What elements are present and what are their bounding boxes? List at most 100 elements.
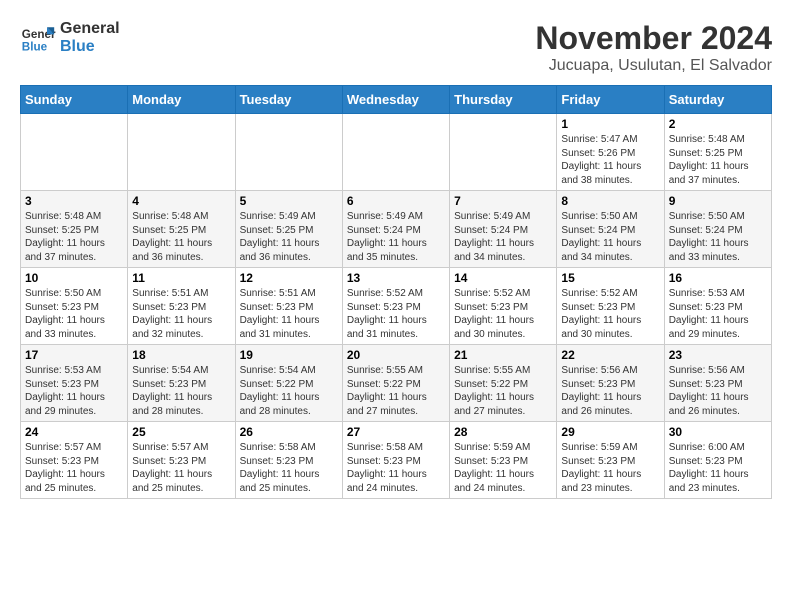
weekday-header-sunday: Sunday	[21, 86, 128, 114]
logo-line2: Blue	[60, 38, 120, 56]
day-cell: 11 Sunrise: 5:51 AM Sunset: 5:23 PM Dayli…	[128, 268, 235, 345]
day-info: Sunrise: 5:58 AM Sunset: 5:23 PM Dayligh…	[347, 441, 445, 495]
day-number: 27	[347, 425, 445, 439]
day-cell: 4 Sunrise: 5:48 AM Sunset: 5:25 PM Daylig…	[128, 191, 235, 268]
title-area: November 2024 Jucuapa, Usulutan, El Salv…	[535, 20, 772, 75]
day-cell: 6 Sunrise: 5:49 AM Sunset: 5:24 PM Daylig…	[342, 191, 449, 268]
week-row-5: 24 Sunrise: 5:57 AM Sunset: 5:23 PM Dayli…	[21, 422, 772, 499]
day-info: Sunrise: 5:49 AM Sunset: 5:24 PM Dayligh…	[347, 210, 445, 264]
weekday-header-row: SundayMondayTuesdayWednesdayThursdayFrid…	[21, 86, 772, 114]
day-cell: 20Sunrise: 5:55 AM Sunset: 5:22 PM Dayli…	[342, 345, 449, 422]
week-row-3: 10 Sunrise: 5:50 AM Sunset: 5:23 PM Dayli…	[21, 268, 772, 345]
day-info: Sunrise: 5:49 AM Sunset: 5:24 PM Dayligh…	[454, 210, 552, 264]
svg-text:Blue: Blue	[22, 41, 48, 54]
day-info: Sunrise: 5:55 AM Sunset: 5:22 PM Dayligh…	[454, 364, 552, 418]
day-cell	[342, 114, 449, 191]
day-cell: 21 Sunrise: 5:55 AM Sunset: 5:22 PM Dayli…	[450, 345, 557, 422]
day-number: 1	[561, 117, 659, 131]
day-number: 23	[669, 348, 767, 362]
day-info: Sunrise: 5:52 AM Sunset: 5:23 PM Dayligh…	[561, 287, 659, 341]
day-cell: 13 Sunrise: 5:52 AM Sunset: 5:23 PM Dayli…	[342, 268, 449, 345]
weekday-header-saturday: Saturday	[664, 86, 771, 114]
day-info: Sunrise: 5:57 AM Sunset: 5:23 PM Dayligh…	[132, 441, 230, 495]
day-info: Sunrise: 5:51 AM Sunset: 5:23 PM Dayligh…	[132, 287, 230, 341]
day-cell: 18 Sunrise: 5:54 AM Sunset: 5:23 PM Dayli…	[128, 345, 235, 422]
day-number: 9	[669, 194, 767, 208]
day-cell: 10 Sunrise: 5:50 AM Sunset: 5:23 PM Dayli…	[21, 268, 128, 345]
day-cell: 2Sunrise: 5:48 AM Sunset: 5:25 PM Daylig…	[664, 114, 771, 191]
day-cell: 27 Sunrise: 5:58 AM Sunset: 5:23 PM Dayli…	[342, 422, 449, 499]
day-info: Sunrise: 5:53 AM Sunset: 5:23 PM Dayligh…	[669, 287, 767, 341]
day-number: 26	[240, 425, 338, 439]
location-title: Jucuapa, Usulutan, El Salvador	[535, 57, 772, 75]
day-info: Sunrise: 5:53 AM Sunset: 5:23 PM Dayligh…	[25, 364, 123, 418]
day-cell: 23 Sunrise: 5:56 AM Sunset: 5:23 PM Dayli…	[664, 345, 771, 422]
day-cell: 16 Sunrise: 5:53 AM Sunset: 5:23 PM Dayli…	[664, 268, 771, 345]
day-cell: 30Sunrise: 6:00 AM Sunset: 5:23 PM Dayli…	[664, 422, 771, 499]
day-number: 17	[25, 348, 123, 362]
weekday-header-wednesday: Wednesday	[342, 86, 449, 114]
day-number: 21	[454, 348, 552, 362]
day-number: 10	[25, 271, 123, 285]
day-cell: 5Sunrise: 5:49 AM Sunset: 5:25 PM Daylig…	[235, 191, 342, 268]
day-info: Sunrise: 5:56 AM Sunset: 5:23 PM Dayligh…	[669, 364, 767, 418]
day-cell	[235, 114, 342, 191]
day-info: Sunrise: 6:00 AM Sunset: 5:23 PM Dayligh…	[669, 441, 767, 495]
day-info: Sunrise: 5:56 AM Sunset: 5:23 PM Dayligh…	[561, 364, 659, 418]
day-cell	[450, 114, 557, 191]
day-info: Sunrise: 5:54 AM Sunset: 5:23 PM Dayligh…	[132, 364, 230, 418]
day-info: Sunrise: 5:50 AM Sunset: 5:24 PM Dayligh…	[561, 210, 659, 264]
day-number: 13	[347, 271, 445, 285]
logo-line1: General	[60, 20, 120, 38]
day-number: 7	[454, 194, 552, 208]
day-number: 6	[347, 194, 445, 208]
day-number: 12	[240, 271, 338, 285]
day-number: 15	[561, 271, 659, 285]
logo-icon: General Blue	[20, 20, 56, 56]
day-number: 24	[25, 425, 123, 439]
day-info: Sunrise: 5:48 AM Sunset: 5:25 PM Dayligh…	[132, 210, 230, 264]
day-info: Sunrise: 5:59 AM Sunset: 5:23 PM Dayligh…	[454, 441, 552, 495]
logo: General Blue General Blue	[20, 20, 120, 56]
day-number: 28	[454, 425, 552, 439]
day-number: 22	[561, 348, 659, 362]
day-info: Sunrise: 5:47 AM Sunset: 5:26 PM Dayligh…	[561, 133, 659, 187]
day-number: 2	[669, 117, 767, 131]
day-cell: 17 Sunrise: 5:53 AM Sunset: 5:23 PM Dayli…	[21, 345, 128, 422]
day-cell: 1 Sunrise: 5:47 AM Sunset: 5:26 PM Daylig…	[557, 114, 664, 191]
day-number: 4	[132, 194, 230, 208]
day-cell: 14Sunrise: 5:52 AM Sunset: 5:23 PM Dayli…	[450, 268, 557, 345]
day-number: 19	[240, 348, 338, 362]
week-row-1: 1 Sunrise: 5:47 AM Sunset: 5:26 PM Daylig…	[21, 114, 772, 191]
day-cell: 7 Sunrise: 5:49 AM Sunset: 5:24 PM Daylig…	[450, 191, 557, 268]
week-row-2: 3Sunrise: 5:48 AM Sunset: 5:25 PM Daylig…	[21, 191, 772, 268]
day-info: Sunrise: 5:55 AM Sunset: 5:22 PM Dayligh…	[347, 364, 445, 418]
day-info: Sunrise: 5:58 AM Sunset: 5:23 PM Dayligh…	[240, 441, 338, 495]
day-number: 16	[669, 271, 767, 285]
day-info: Sunrise: 5:52 AM Sunset: 5:23 PM Dayligh…	[347, 287, 445, 341]
day-info: Sunrise: 5:52 AM Sunset: 5:23 PM Dayligh…	[454, 287, 552, 341]
day-cell: 9 Sunrise: 5:50 AM Sunset: 5:24 PM Daylig…	[664, 191, 771, 268]
day-info: Sunrise: 5:50 AM Sunset: 5:23 PM Dayligh…	[25, 287, 123, 341]
day-cell: 8Sunrise: 5:50 AM Sunset: 5:24 PM Daylig…	[557, 191, 664, 268]
day-number: 5	[240, 194, 338, 208]
day-cell: 29Sunrise: 5:59 AM Sunset: 5:23 PM Dayli…	[557, 422, 664, 499]
weekday-header-friday: Friday	[557, 86, 664, 114]
day-info: Sunrise: 5:51 AM Sunset: 5:23 PM Dayligh…	[240, 287, 338, 341]
day-number: 18	[132, 348, 230, 362]
day-info: Sunrise: 5:54 AM Sunset: 5:22 PM Dayligh…	[240, 364, 338, 418]
day-info: Sunrise: 5:50 AM Sunset: 5:24 PM Dayligh…	[669, 210, 767, 264]
day-cell: 19 Sunrise: 5:54 AM Sunset: 5:22 PM Dayli…	[235, 345, 342, 422]
weekday-header-tuesday: Tuesday	[235, 86, 342, 114]
day-cell: 25 Sunrise: 5:57 AM Sunset: 5:23 PM Dayli…	[128, 422, 235, 499]
day-info: Sunrise: 5:59 AM Sunset: 5:23 PM Dayligh…	[561, 441, 659, 495]
day-cell: 22 Sunrise: 5:56 AM Sunset: 5:23 PM Dayli…	[557, 345, 664, 422]
week-row-4: 17 Sunrise: 5:53 AM Sunset: 5:23 PM Dayli…	[21, 345, 772, 422]
day-cell: 28 Sunrise: 5:59 AM Sunset: 5:23 PM Dayli…	[450, 422, 557, 499]
weekday-header-monday: Monday	[128, 86, 235, 114]
day-cell: 24Sunrise: 5:57 AM Sunset: 5:23 PM Dayli…	[21, 422, 128, 499]
header: General Blue General Blue November 2024 …	[20, 20, 772, 75]
day-info: Sunrise: 5:48 AM Sunset: 5:25 PM Dayligh…	[25, 210, 123, 264]
day-number: 11	[132, 271, 230, 285]
day-number: 25	[132, 425, 230, 439]
